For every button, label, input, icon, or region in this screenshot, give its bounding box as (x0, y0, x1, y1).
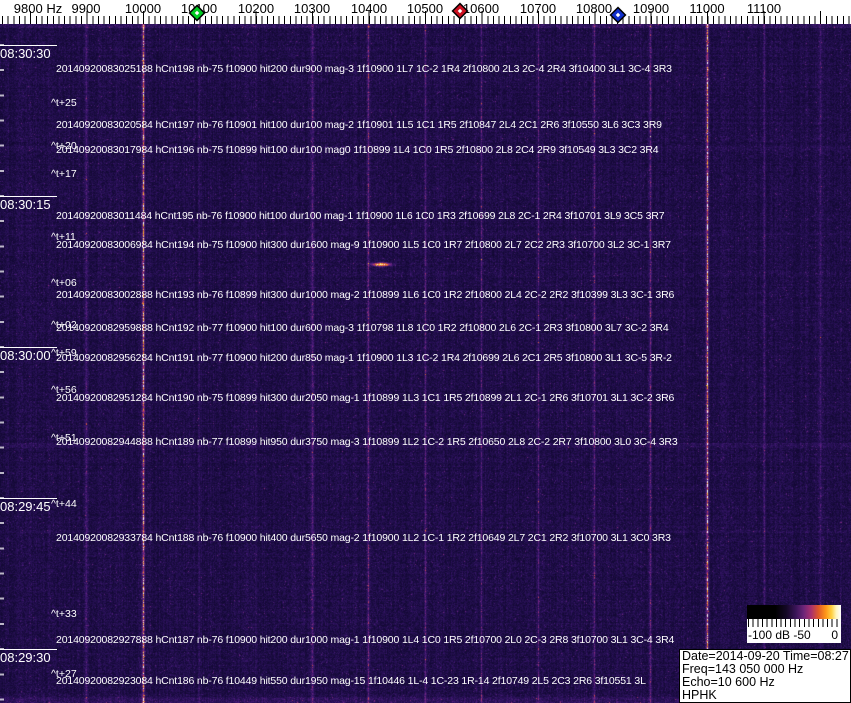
freq-tick-label: 10200 (237, 1, 275, 16)
info-box: Date=2014-09-20 Time=08:27 UTC Freq=143 … (679, 649, 851, 703)
db-label-max: 0 (831, 628, 838, 642)
time-offset-tag: ^t+17 (51, 168, 77, 180)
detection-log-line: 20140920082923084 hCnt186 nb-76 f10449 h… (56, 675, 646, 687)
freq-tick-label: 10700 (519, 1, 557, 16)
db-color-scale: -100 dB -50 0 (747, 605, 841, 643)
db-label-min: -100 dB (748, 628, 791, 642)
db-gradient-bar (747, 605, 841, 619)
detection-log-line: 20140920083006984 hCnt194 nb-75 f10900 h… (56, 239, 671, 251)
time-tick-label: 08:29:30 (0, 649, 57, 665)
time-tick-label: 08:30:30 (0, 45, 57, 61)
detection-log-line: 20140920082944888 hCnt189 nb-77 f10899 h… (56, 436, 678, 448)
freq-tick-label: 10000 (124, 1, 162, 16)
db-label-mid: -50 (793, 628, 811, 642)
freq-tick-label: 9800 Hz (13, 1, 63, 16)
red-diamond-marker-icon[interactable] (451, 2, 469, 20)
detection-log-line: 20140920083017984 hCnt196 nb-75 f10899 h… (56, 144, 659, 156)
blue-diamond-marker-icon[interactable] (609, 6, 627, 24)
time-offset-tag: ^t+06 (51, 277, 77, 289)
db-scale-ticks (748, 619, 841, 627)
detection-log-line: 20140920082927888 hCnt187 nb-76 f10900 h… (56, 634, 675, 646)
detection-log-line: 20140920082956284 hCnt191 nb-77 f10900 h… (56, 352, 672, 364)
freq-tick-label: 10500 (406, 1, 444, 16)
freq-tick-label: 10300 (293, 1, 331, 16)
db-scale-labels: -100 dB -50 0 (747, 628, 841, 643)
time-tick-label: 08:30:15 (0, 196, 57, 212)
freq-tick-label: 10400 (350, 1, 388, 16)
spectrogram-screen: 9800 Hz990010000101001020010300104001050… (0, 0, 851, 703)
frequency-ruler: 9800 Hz990010000101001020010300104001050… (0, 0, 851, 24)
detection-log-line: 20140920083020584 hCnt197 nb-76 f10901 h… (56, 119, 662, 131)
detection-log-line: 20140920083025188 hCnt198 nb-75 f10900 h… (56, 63, 672, 75)
detection-log-line: 20140920082959888 hCnt192 nb-77 f10900 h… (56, 322, 669, 334)
time-offset-tag: ^t+02 (51, 319, 77, 331)
detection-log-line: 20140920082951284 hCnt190 nb-75 f10899 h… (56, 392, 675, 404)
time-offset-tag: ^t+11 (51, 231, 76, 243)
time-offset-tag: ^t+56 (51, 384, 77, 396)
time-offset-tag: ^t+59 (51, 347, 77, 359)
detection-log-line: 20140920083002888 hCnt193 nb-76 f10899 h… (56, 289, 675, 301)
time-tick-label: 08:29:45 (0, 498, 57, 514)
time-offset-tag: ^t+27 (51, 668, 77, 680)
detection-log-line: 20140920083011484 hCnt195 nb-76 f10900 h… (56, 210, 665, 222)
time-offset-tag: ^t+25 (51, 97, 77, 109)
freq-tick-label: 10900 (632, 1, 670, 16)
detection-log-line: 20140920082933784 hCnt188 nb-76 f10900 h… (56, 532, 671, 544)
time-tick-label: 08:30:00 (0, 347, 57, 363)
time-offset-tag: ^t+33 (51, 608, 77, 620)
freq-tick-label: 11000 (689, 1, 725, 16)
info-station-line: HPHK (682, 688, 717, 702)
freq-tick-label: 10800 (575, 1, 613, 16)
freq-tick-label: 11100 (746, 1, 782, 16)
time-minor-ticks (0, 44, 4, 703)
time-offset-tag: ^t+44 (51, 498, 77, 510)
time-offset-tag: ^t+51 (51, 432, 77, 444)
green-diamond-marker-icon[interactable] (188, 4, 206, 22)
freq-tick-label: 9900 (71, 1, 101, 16)
time-offset-tag: ^t+20 (51, 140, 77, 152)
